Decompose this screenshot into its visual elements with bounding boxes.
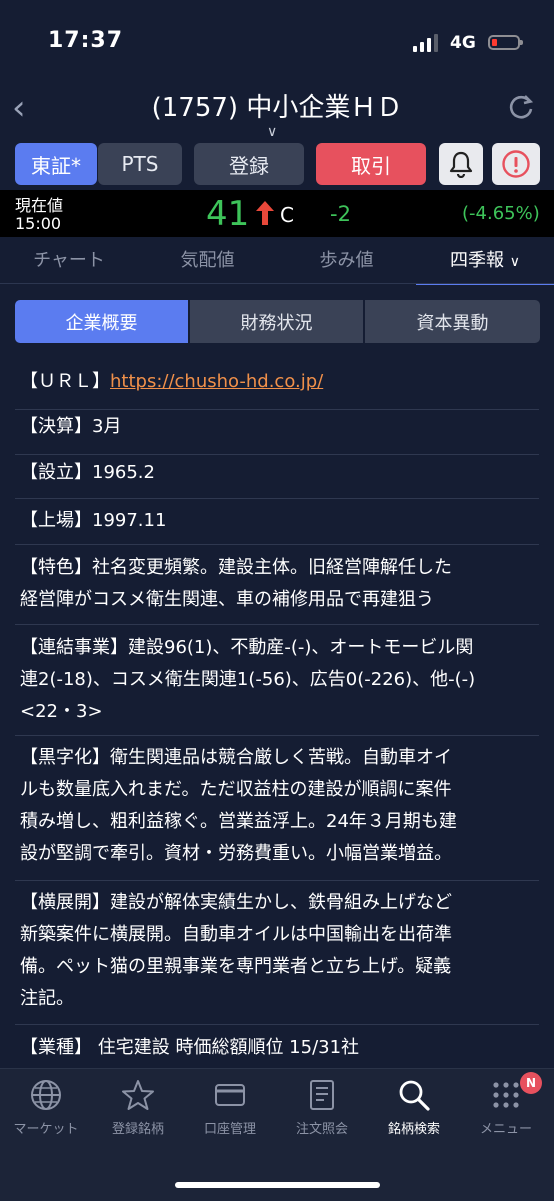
- text-line: 備。ペット猫の里親事業を専門業者と立ち上げ。疑義: [20, 956, 452, 977]
- segment-company-overview[interactable]: 企業概要: [15, 300, 188, 343]
- text-line: 注記。: [20, 988, 74, 1009]
- divider: [15, 624, 539, 625]
- nav-account[interactable]: 口座管理: [184, 1078, 276, 1137]
- url-label: 【ＵＲＬ】: [20, 371, 110, 392]
- text-line: 【横展開】建設が解体実績生かし、鉄骨組み上げなど: [20, 892, 452, 913]
- nav-label: 銘柄検索: [387, 1122, 440, 1137]
- text-line: 【特色】社名変更頻繁。建設主体。旧経営陣解任した: [20, 557, 452, 578]
- home-indicator[interactable]: [175, 1182, 380, 1188]
- nav-label: 登録銘柄: [111, 1122, 164, 1137]
- network-type: 4G: [450, 33, 476, 53]
- current-price: 41: [206, 194, 250, 234]
- price-time: 15:00: [15, 214, 62, 233]
- divider: [15, 735, 539, 736]
- text-line: <22・3>: [20, 701, 103, 722]
- segment-financials[interactable]: 財務状況: [190, 300, 363, 343]
- text-line: 連2(-18)、コスメ衛生関連1(-56)、広告0(-226)、他-(-): [20, 669, 476, 690]
- arrow-up-icon: [256, 201, 274, 225]
- text-line: 経営陣がコスメ衛生関連、車の補修用品で再建狙う: [20, 589, 434, 610]
- info-jojo: 【上場】1997.11: [20, 510, 167, 531]
- tab-chart[interactable]: チャート: [0, 247, 138, 283]
- globe-icon: [31, 1080, 61, 1110]
- nav-label: メニュー: [479, 1122, 532, 1137]
- page-title[interactable]: (1757) 中小企業ＨＤ: [0, 88, 554, 128]
- bell-icon: [449, 151, 473, 178]
- tab-shikiho-label: 四季報: [450, 250, 504, 271]
- nav-market[interactable]: マーケット: [0, 1078, 92, 1137]
- info-yokotenkai: 【横展開】建設が解体実績生かし、鉄骨組み上げなど 新築案件に横展開。自動車オイル…: [0, 887, 554, 1015]
- nav-orders[interactable]: 注文照会: [276, 1078, 368, 1137]
- divider: [15, 1024, 539, 1025]
- tab-quotes[interactable]: 気配値: [138, 247, 277, 283]
- divider: [15, 498, 539, 499]
- tab-divider: [0, 283, 554, 284]
- divider: [15, 454, 539, 455]
- price-change: -2: [330, 202, 351, 226]
- grid-dots-icon: [493, 1082, 519, 1108]
- info-tokushoku: 【特色】社名変更頻繁。建設主体。旧経営陣解任した 経営陣がコスメ衛生関連、車の補…: [0, 552, 554, 616]
- divider: [15, 409, 539, 410]
- divider: [15, 544, 539, 545]
- info-url: 【ＵＲＬ】https://chusho-hd.co.jp/: [0, 366, 554, 398]
- info-icon: [502, 150, 530, 178]
- trade-button[interactable]: 取引: [316, 143, 426, 185]
- text-line: 積み増し、粗利益稼ぐ。営業益浮上。24年３月期も建: [20, 811, 457, 832]
- signal-icon: [413, 34, 438, 52]
- star-icon: [122, 1080, 154, 1110]
- card-icon: [215, 1084, 245, 1106]
- document-icon: [310, 1080, 334, 1110]
- nav-watchlist[interactable]: 登録銘柄: [92, 1078, 184, 1137]
- info-renketsu: 【連結事業】建設96(1)、不動産-(-)、オートモービル関 連2(-18)、コ…: [0, 632, 554, 728]
- chevron-down-icon: ∨: [509, 254, 520, 270]
- segment-capital-changes[interactable]: 資本異動: [365, 300, 540, 343]
- bell-button[interactable]: [439, 143, 483, 185]
- info-kurojika: 【黒字化】衛生関連品は競合厳しく苦戦。自動車オイ ルも数量底入れまだ。ただ収益柱…: [0, 742, 554, 870]
- info-button[interactable]: [492, 143, 540, 185]
- close-flag: C: [280, 203, 294, 227]
- tab-tick[interactable]: 歩み値: [277, 247, 416, 283]
- company-url-link[interactable]: https://chusho-hd.co.jp/: [110, 371, 323, 392]
- info-gyoshu: 【業種】 住宅建設 時価総額順位 15/31社: [20, 1037, 360, 1058]
- divider: [15, 880, 539, 881]
- price-label: 現在値: [15, 196, 64, 215]
- status-time: 17:37: [48, 28, 124, 53]
- battery-icon: [488, 35, 523, 50]
- info-kessan: 【決算】3月: [20, 416, 122, 437]
- pts-button[interactable]: PTS: [98, 143, 182, 185]
- notification-badge: N: [520, 1072, 542, 1094]
- text-line: 設が堅調で牽引。資材・労務費重い。小幅営業増益。: [20, 843, 452, 864]
- text-line: ルも数量底入れまだ。ただ収益柱の建設が順調に案件: [20, 779, 452, 800]
- nav-search[interactable]: 銘柄検索: [368, 1078, 460, 1137]
- price-change-percent: (-4.65%): [462, 203, 540, 224]
- text-line: 【連結事業】建設96(1)、不動産-(-)、オートモービル関: [20, 637, 474, 658]
- tab-shikiho[interactable]: 四季報 ∨: [416, 247, 554, 285]
- text-line: 【黒字化】衛生関連品は競合厳しく苦戦。自動車オイ: [20, 747, 452, 768]
- nav-label: 口座管理: [203, 1122, 256, 1137]
- refresh-icon[interactable]: [506, 92, 536, 122]
- search-icon: [399, 1080, 430, 1111]
- nav-label: 注文照会: [295, 1122, 348, 1137]
- register-button[interactable]: 登録: [194, 143, 304, 185]
- info-setsuritsu: 【設立】1965.2: [20, 462, 155, 483]
- tosho-button[interactable]: 東証*: [15, 143, 97, 185]
- nav-label: マーケット: [13, 1122, 79, 1137]
- chevron-down-icon[interactable]: ∨: [267, 124, 277, 140]
- text-line: 新築案件に横展開。自動車オイルは中国輸出を出荷準: [20, 924, 452, 945]
